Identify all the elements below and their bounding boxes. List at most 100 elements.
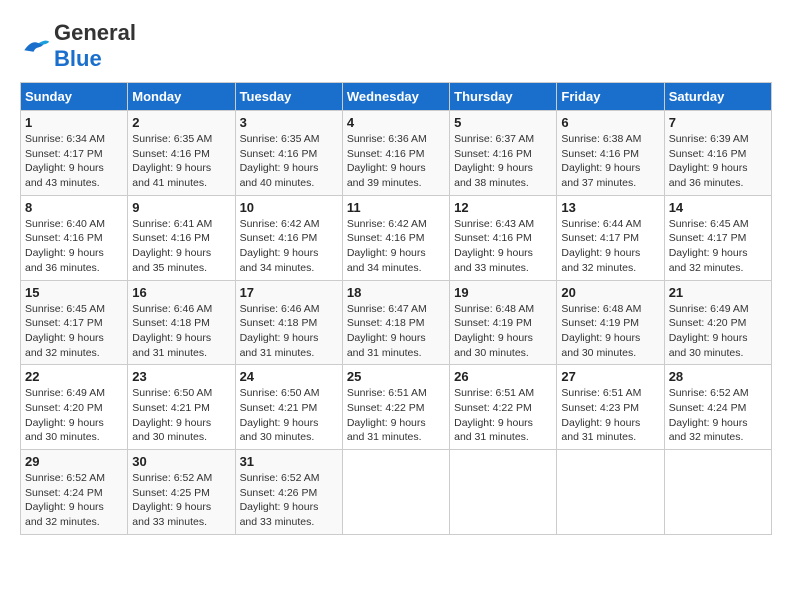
calendar-cell: 12 Sunrise: 6:43 AM Sunset: 4:16 PM Dayl… [450, 195, 557, 280]
day-number: 7 [669, 115, 767, 130]
calendar-cell: 16 Sunrise: 6:46 AM Sunset: 4:18 PM Dayl… [128, 280, 235, 365]
weekday-header-sunday: Sunday [21, 83, 128, 111]
calendar-cell: 30 Sunrise: 6:52 AM Sunset: 4:25 PM Dayl… [128, 450, 235, 535]
day-number: 12 [454, 200, 552, 215]
day-number: 14 [669, 200, 767, 215]
calendar-cell: 21 Sunrise: 6:49 AM Sunset: 4:20 PM Dayl… [664, 280, 771, 365]
day-info: Sunrise: 6:38 AM Sunset: 4:16 PM Dayligh… [561, 132, 659, 191]
calendar-cell: 2 Sunrise: 6:35 AM Sunset: 4:16 PM Dayli… [128, 111, 235, 196]
calendar-cell: 23 Sunrise: 6:50 AM Sunset: 4:21 PM Dayl… [128, 365, 235, 450]
day-number: 2 [132, 115, 230, 130]
calendar-cell: 10 Sunrise: 6:42 AM Sunset: 4:16 PM Dayl… [235, 195, 342, 280]
day-info: Sunrise: 6:35 AM Sunset: 4:16 PM Dayligh… [132, 132, 230, 191]
calendar-cell: 7 Sunrise: 6:39 AM Sunset: 4:16 PM Dayli… [664, 111, 771, 196]
day-number: 9 [132, 200, 230, 215]
day-number: 15 [25, 285, 123, 300]
day-number: 5 [454, 115, 552, 130]
day-info: Sunrise: 6:47 AM Sunset: 4:18 PM Dayligh… [347, 302, 445, 361]
day-info: Sunrise: 6:51 AM Sunset: 4:23 PM Dayligh… [561, 386, 659, 445]
day-info: Sunrise: 6:36 AM Sunset: 4:16 PM Dayligh… [347, 132, 445, 191]
day-number: 3 [240, 115, 338, 130]
calendar-cell: 1 Sunrise: 6:34 AM Sunset: 4:17 PM Dayli… [21, 111, 128, 196]
weekday-header-wednesday: Wednesday [342, 83, 449, 111]
day-number: 26 [454, 369, 552, 384]
day-info: Sunrise: 6:52 AM Sunset: 4:24 PM Dayligh… [669, 386, 767, 445]
calendar-table: SundayMondayTuesdayWednesdayThursdayFrid… [20, 82, 772, 535]
day-number: 27 [561, 369, 659, 384]
day-info: Sunrise: 6:41 AM Sunset: 4:16 PM Dayligh… [132, 217, 230, 276]
calendar-cell: 25 Sunrise: 6:51 AM Sunset: 4:22 PM Dayl… [342, 365, 449, 450]
calendar-cell: 27 Sunrise: 6:51 AM Sunset: 4:23 PM Dayl… [557, 365, 664, 450]
day-number: 8 [25, 200, 123, 215]
day-number: 30 [132, 454, 230, 469]
calendar-week-row: 22 Sunrise: 6:49 AM Sunset: 4:20 PM Dayl… [21, 365, 772, 450]
day-info: Sunrise: 6:49 AM Sunset: 4:20 PM Dayligh… [25, 386, 123, 445]
weekday-header-thursday: Thursday [450, 83, 557, 111]
day-number: 10 [240, 200, 338, 215]
weekday-header-row: SundayMondayTuesdayWednesdayThursdayFrid… [21, 83, 772, 111]
day-number: 23 [132, 369, 230, 384]
calendar-cell: 5 Sunrise: 6:37 AM Sunset: 4:16 PM Dayli… [450, 111, 557, 196]
calendar-week-row: 1 Sunrise: 6:34 AM Sunset: 4:17 PM Dayli… [21, 111, 772, 196]
day-info: Sunrise: 6:52 AM Sunset: 4:26 PM Dayligh… [240, 471, 338, 530]
calendar-cell: 26 Sunrise: 6:51 AM Sunset: 4:22 PM Dayl… [450, 365, 557, 450]
page-header: General Blue [20, 20, 772, 72]
calendar-week-row: 15 Sunrise: 6:45 AM Sunset: 4:17 PM Dayl… [21, 280, 772, 365]
calendar-cell: 18 Sunrise: 6:47 AM Sunset: 4:18 PM Dayl… [342, 280, 449, 365]
calendar-cell: 31 Sunrise: 6:52 AM Sunset: 4:26 PM Dayl… [235, 450, 342, 535]
day-number: 1 [25, 115, 123, 130]
day-number: 29 [25, 454, 123, 469]
day-number: 18 [347, 285, 445, 300]
day-info: Sunrise: 6:45 AM Sunset: 4:17 PM Dayligh… [25, 302, 123, 361]
calendar-cell [450, 450, 557, 535]
calendar-cell [664, 450, 771, 535]
calendar-cell: 14 Sunrise: 6:45 AM Sunset: 4:17 PM Dayl… [664, 195, 771, 280]
day-info: Sunrise: 6:48 AM Sunset: 4:19 PM Dayligh… [454, 302, 552, 361]
day-info: Sunrise: 6:52 AM Sunset: 4:24 PM Dayligh… [25, 471, 123, 530]
calendar-cell: 4 Sunrise: 6:36 AM Sunset: 4:16 PM Dayli… [342, 111, 449, 196]
calendar-week-row: 29 Sunrise: 6:52 AM Sunset: 4:24 PM Dayl… [21, 450, 772, 535]
calendar-cell [557, 450, 664, 535]
day-number: 16 [132, 285, 230, 300]
calendar-cell: 20 Sunrise: 6:48 AM Sunset: 4:19 PM Dayl… [557, 280, 664, 365]
weekday-header-monday: Monday [128, 83, 235, 111]
logo-text: General Blue [54, 20, 136, 72]
day-number: 4 [347, 115, 445, 130]
day-info: Sunrise: 6:50 AM Sunset: 4:21 PM Dayligh… [132, 386, 230, 445]
day-info: Sunrise: 6:51 AM Sunset: 4:22 PM Dayligh… [454, 386, 552, 445]
day-info: Sunrise: 6:37 AM Sunset: 4:16 PM Dayligh… [454, 132, 552, 191]
calendar-cell: 6 Sunrise: 6:38 AM Sunset: 4:16 PM Dayli… [557, 111, 664, 196]
calendar-week-row: 8 Sunrise: 6:40 AM Sunset: 4:16 PM Dayli… [21, 195, 772, 280]
calendar-cell: 8 Sunrise: 6:40 AM Sunset: 4:16 PM Dayli… [21, 195, 128, 280]
day-info: Sunrise: 6:42 AM Sunset: 4:16 PM Dayligh… [240, 217, 338, 276]
calendar-cell: 3 Sunrise: 6:35 AM Sunset: 4:16 PM Dayli… [235, 111, 342, 196]
day-info: Sunrise: 6:49 AM Sunset: 4:20 PM Dayligh… [669, 302, 767, 361]
day-number: 25 [347, 369, 445, 384]
weekday-header-friday: Friday [557, 83, 664, 111]
day-number: 21 [669, 285, 767, 300]
weekday-header-tuesday: Tuesday [235, 83, 342, 111]
day-number: 24 [240, 369, 338, 384]
logo: General Blue [20, 20, 136, 72]
day-info: Sunrise: 6:51 AM Sunset: 4:22 PM Dayligh… [347, 386, 445, 445]
calendar-cell: 22 Sunrise: 6:49 AM Sunset: 4:20 PM Dayl… [21, 365, 128, 450]
calendar-cell: 28 Sunrise: 6:52 AM Sunset: 4:24 PM Dayl… [664, 365, 771, 450]
day-info: Sunrise: 6:44 AM Sunset: 4:17 PM Dayligh… [561, 217, 659, 276]
calendar-cell: 19 Sunrise: 6:48 AM Sunset: 4:19 PM Dayl… [450, 280, 557, 365]
calendar-cell: 24 Sunrise: 6:50 AM Sunset: 4:21 PM Dayl… [235, 365, 342, 450]
calendar-cell: 13 Sunrise: 6:44 AM Sunset: 4:17 PM Dayl… [557, 195, 664, 280]
day-info: Sunrise: 6:43 AM Sunset: 4:16 PM Dayligh… [454, 217, 552, 276]
logo-bird-icon [20, 36, 50, 56]
calendar-cell: 11 Sunrise: 6:42 AM Sunset: 4:16 PM Dayl… [342, 195, 449, 280]
weekday-header-saturday: Saturday [664, 83, 771, 111]
day-info: Sunrise: 6:35 AM Sunset: 4:16 PM Dayligh… [240, 132, 338, 191]
day-number: 6 [561, 115, 659, 130]
day-info: Sunrise: 6:40 AM Sunset: 4:16 PM Dayligh… [25, 217, 123, 276]
day-info: Sunrise: 6:50 AM Sunset: 4:21 PM Dayligh… [240, 386, 338, 445]
day-number: 17 [240, 285, 338, 300]
day-info: Sunrise: 6:45 AM Sunset: 4:17 PM Dayligh… [669, 217, 767, 276]
day-number: 31 [240, 454, 338, 469]
day-info: Sunrise: 6:48 AM Sunset: 4:19 PM Dayligh… [561, 302, 659, 361]
calendar-cell: 9 Sunrise: 6:41 AM Sunset: 4:16 PM Dayli… [128, 195, 235, 280]
day-info: Sunrise: 6:52 AM Sunset: 4:25 PM Dayligh… [132, 471, 230, 530]
